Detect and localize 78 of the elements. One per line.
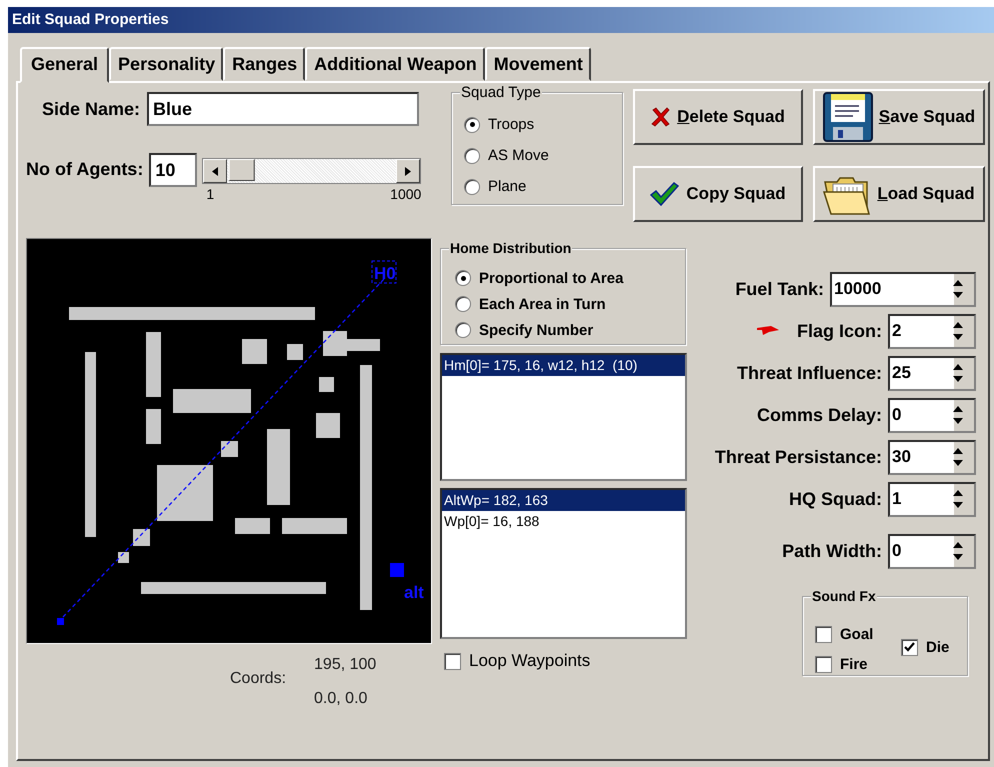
- checkbox[interactable]: [901, 638, 918, 656]
- checkbox[interactable]: [444, 652, 461, 670]
- right-arrow-button[interactable]: [396, 159, 420, 183]
- field-label: HQ Squad:: [789, 488, 882, 510]
- checkbox-label[interactable]: Fire: [840, 656, 868, 672]
- obstacle: [118, 552, 129, 563]
- field-label: Threat Influence:: [736, 362, 882, 384]
- obstacle: [235, 518, 270, 534]
- checkbox-label[interactable]: Loop Waypoints: [469, 651, 590, 671]
- number-field[interactable]: 10: [149, 153, 198, 187]
- tab[interactable]: Additional Weapon: [305, 47, 485, 81]
- tab[interactable]: Personality: [109, 47, 224, 81]
- waypoint-marker[interactable]: [57, 618, 64, 625]
- obstacle: [133, 529, 150, 546]
- waypoint-marker[interactable]: [390, 563, 404, 577]
- button[interactable]: Delete Squad: [633, 89, 803, 145]
- coords-value: 195, 100: [314, 656, 376, 674]
- left-triangle-icon: [212, 166, 218, 176]
- checkbox-label[interactable]: Die: [926, 638, 950, 656]
- field-label: Comms Delay:: [756, 404, 882, 426]
- button[interactable]: Load Squad: [813, 166, 985, 222]
- obstacle: [282, 518, 347, 534]
- list-box[interactable]: Hm[0]= 175, 16, w12, h12 (10): [440, 353, 687, 481]
- text-field[interactable]: Blue: [147, 92, 420, 126]
- radio-label[interactable]: AS Move: [488, 147, 549, 164]
- tab[interactable]: Ranges: [223, 47, 306, 81]
- obstacle: [242, 339, 267, 364]
- radio-label[interactable]: Each Area in Turn: [479, 296, 606, 312]
- obstacle: [316, 413, 340, 438]
- list-item[interactable]: AltWp= 182, 163: [442, 490, 685, 511]
- right-triangle-icon: [405, 166, 412, 176]
- obstacle: [319, 377, 334, 392]
- radio-label[interactable]: Specify Number: [479, 322, 594, 338]
- group-title: Sound Fx: [811, 588, 877, 604]
- radio-label[interactable]: Troops: [488, 116, 534, 133]
- slider[interactable]: [202, 158, 422, 184]
- radio-button[interactable]: [464, 148, 480, 164]
- checkmark-icon: [650, 180, 680, 206]
- radio-button[interactable]: [455, 296, 471, 312]
- cross-icon: [651, 107, 672, 127]
- tab[interactable]: General: [20, 47, 110, 83]
- field-label: Fuel Tank:: [735, 278, 824, 300]
- list-item[interactable]: Hm[0]= 175, 16, w12, h12 (10): [442, 355, 685, 376]
- obstacle: [146, 332, 161, 397]
- map-label: alt: [404, 583, 424, 602]
- coords-value: 0.0, 0.0: [314, 690, 368, 708]
- obstacle: [157, 465, 213, 521]
- button[interactable]: Copy Squad: [633, 166, 803, 222]
- slider-thumb[interactable]: [228, 159, 255, 181]
- button[interactable]: Save Squad: [813, 89, 985, 145]
- obstacle: [221, 441, 238, 457]
- window-title: Edit Squad Properties: [8, 7, 994, 33]
- field-label: No of Agents:: [26, 159, 144, 180]
- obstacle: [287, 344, 303, 360]
- coords-label: Coords:: [230, 670, 286, 689]
- checkbox[interactable]: [815, 656, 832, 672]
- radio-button[interactable]: [464, 116, 480, 132]
- radio-button[interactable]: [455, 322, 471, 338]
- obstacle: [146, 409, 161, 444]
- field-label: Flag Icon:: [797, 320, 882, 342]
- field-label: Side Name:: [42, 98, 140, 120]
- tab[interactable]: Movement: [484, 47, 591, 81]
- group-title: Squad Type: [460, 84, 542, 101]
- field-label: Path Width:: [782, 540, 882, 562]
- list-box[interactable]: AltWp= 182, 163 Wp[0]= 16, 188: [440, 488, 687, 639]
- max-label: 1000: [390, 186, 422, 202]
- group-title: Home Distribution: [449, 240, 572, 256]
- checkbox[interactable]: [815, 626, 832, 642]
- radio-button[interactable]: [455, 270, 471, 286]
- min-label: 1: [206, 186, 214, 202]
- list-item[interactable]: Wp[0]= 16, 188: [442, 511, 685, 532]
- left-arrow-button[interactable]: [203, 159, 228, 183]
- radio-button[interactable]: [464, 178, 480, 194]
- flag-icon: [757, 325, 779, 337]
- field-label: Threat Persistance:: [714, 446, 882, 468]
- checkbox-label[interactable]: Goal: [840, 626, 874, 642]
- radio-label[interactable]: Proportional to Area: [479, 270, 624, 286]
- radio-label[interactable]: Plane: [488, 178, 526, 195]
